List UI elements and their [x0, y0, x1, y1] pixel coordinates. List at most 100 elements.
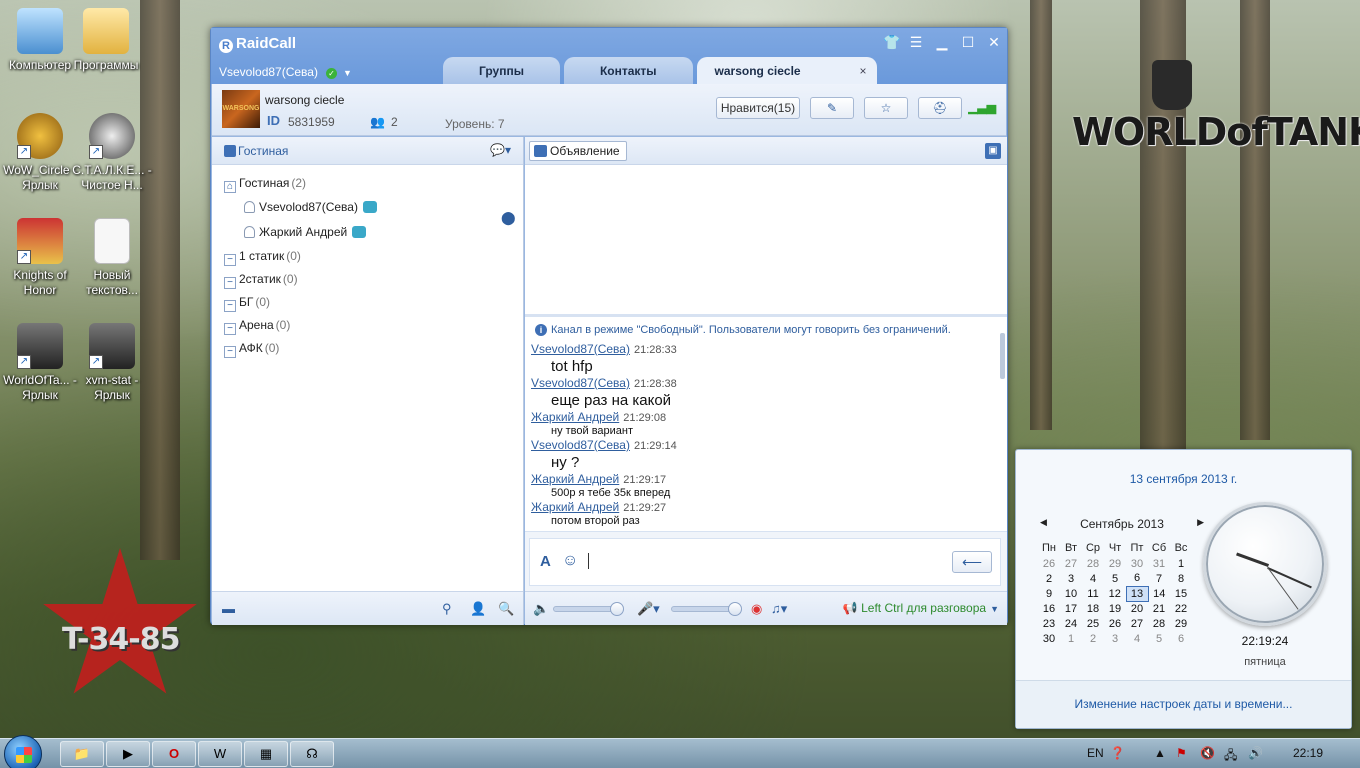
- calendar-day[interactable]: 26: [1104, 616, 1126, 631]
- calendar-day[interactable]: 25: [1082, 616, 1104, 631]
- calendar-day[interactable]: 29: [1104, 556, 1126, 571]
- message-user-link[interactable]: Vsevolod87(Сева): [531, 376, 630, 390]
- calendar-day[interactable]: 10: [1060, 586, 1082, 601]
- collapse-icon[interactable]: −: [224, 346, 236, 358]
- speaker-icon[interactable]: 🔈: [533, 601, 549, 617]
- calendar-day[interactable]: 22: [1170, 601, 1192, 616]
- network-icon[interactable]: 🖧: [1224, 746, 1237, 767]
- language-indicator[interactable]: EN: [1087, 746, 1104, 760]
- channel-static-2[interactable]: −2статик (0): [224, 270, 298, 289]
- calendar-day[interactable]: 26: [1038, 556, 1060, 571]
- font-format-icon[interactable]: A: [540, 553, 551, 570]
- calendar-day[interactable]: 4: [1126, 631, 1148, 646]
- calendar-month[interactable]: Сентябрь 2013: [1038, 517, 1206, 531]
- favorite-button[interactable]: ☆: [864, 97, 908, 119]
- profile-edit-button[interactable]: ✎: [810, 97, 854, 119]
- taskbar-calculator[interactable]: ▦: [244, 741, 288, 767]
- tab-warsong[interactable]: warsong ciecle ×: [696, 57, 877, 86]
- microphone-icon[interactable]: 🎤▾: [637, 601, 660, 617]
- skin-shirt-icon[interactable]: 👕: [883, 34, 900, 51]
- taskbar-media-player[interactable]: ▶: [106, 741, 150, 767]
- taskbar-clock[interactable]: 22:19: [1293, 746, 1323, 760]
- calendar-day-today[interactable]: 13: [1125, 585, 1149, 602]
- calendar-day[interactable]: 27: [1126, 616, 1148, 631]
- chevron-right-icon[interactable]: ▶: [1197, 517, 1204, 528]
- help-icon[interactable]: ❓: [1110, 746, 1125, 760]
- calendar-day[interactable]: 11: [1082, 586, 1104, 601]
- calendar-day[interactable]: 27: [1060, 556, 1082, 571]
- collapse-icon[interactable]: −: [224, 300, 236, 312]
- calendar-day[interactable]: 14: [1148, 586, 1170, 601]
- role-button[interactable]: ⛑: [918, 97, 962, 119]
- calendar-day[interactable]: 17: [1060, 601, 1082, 616]
- channel-lobby[interactable]: ⌂ Гостиная (2): [224, 174, 306, 193]
- calendar-day[interactable]: 21: [1148, 601, 1170, 616]
- calendar-day[interactable]: 15: [1170, 586, 1192, 601]
- close-tab-icon[interactable]: ×: [860, 57, 867, 86]
- title-bar[interactable]: R RaidCall Vsevolod87(Сева) ✓ ▼ 👕 ☰ ▁ ☐ ✕ Г…: [211, 28, 1007, 84]
- calendar-day[interactable]: 3: [1060, 571, 1082, 586]
- message-user-link[interactable]: Жаркий Андрей: [531, 500, 619, 514]
- user-icon[interactable]: 👤: [470, 601, 486, 617]
- location-pin-icon[interactable]: ⚲: [442, 601, 452, 617]
- taskbar-raidcall[interactable]: ☊: [290, 741, 334, 767]
- calendar-day[interactable]: 28: [1148, 616, 1170, 631]
- collapse-icon[interactable]: −: [224, 323, 236, 335]
- gift-box-icon[interactable]: ▣: [985, 143, 1001, 159]
- push-to-talk-mode[interactable]: 📢 Left Ctrl для разговора ▼: [843, 601, 999, 615]
- mic-volume-slider[interactable]: [671, 602, 742, 616]
- maximize-button[interactable]: ☐: [961, 34, 975, 51]
- calendar-day[interactable]: 18: [1082, 601, 1104, 616]
- calendar-day[interactable]: 20: [1126, 601, 1148, 616]
- calendar-day[interactable]: 7: [1148, 571, 1170, 586]
- calendar-day[interactable]: 5: [1104, 571, 1126, 586]
- calendar-day[interactable]: 8: [1170, 571, 1192, 586]
- chat-log[interactable]: i Канал в режиме "Свободный". Пользовател…: [525, 320, 1007, 526]
- raidcall-window[interactable]: R RaidCall Vsevolod87(Сева) ✓ ▼ 👕 ☰ ▁ ☐ ✕ Г…: [210, 27, 1008, 625]
- calendar-day[interactable]: 2: [1082, 631, 1104, 646]
- location-pin-icon[interactable]: ⬤: [501, 210, 516, 226]
- tab-contacts[interactable]: Контакты: [563, 57, 693, 84]
- collapse-icon[interactable]: −: [224, 277, 236, 289]
- chat-scrollbar[interactable]: [1000, 333, 1005, 379]
- volume-icon[interactable]: 🔊: [1248, 746, 1263, 760]
- calendar-day[interactable]: 4: [1082, 571, 1104, 586]
- calendar-day[interactable]: 16: [1038, 601, 1060, 616]
- close-button[interactable]: ✕: [987, 34, 1001, 51]
- taskbar-wow[interactable]: W: [198, 741, 242, 767]
- desktop-icon-programs[interactable]: Программы: [66, 8, 146, 73]
- calendar-day[interactable]: 3: [1104, 631, 1126, 646]
- channel-static-1[interactable]: −1 статик (0): [224, 247, 301, 266]
- desktop-icon-new-text[interactable]: Новый текстов...: [72, 218, 152, 298]
- current-channel[interactable]: Гостиная: [224, 144, 288, 158]
- channel-afk[interactable]: − АФК (0): [224, 339, 279, 358]
- speaker-volume-slider[interactable]: [553, 602, 624, 616]
- user-status-menu[interactable]: Vsevolod87(Сева) ✓ ▼: [219, 65, 352, 79]
- calendar-day[interactable]: 2: [1038, 571, 1060, 586]
- calendar-day[interactable]: 24: [1060, 616, 1082, 631]
- calendar-day[interactable]: 23: [1038, 616, 1060, 631]
- search-icon[interactable]: 🔍: [498, 601, 514, 617]
- collapse-icon[interactable]: −: [224, 254, 236, 266]
- tab-groups[interactable]: Группы: [443, 57, 560, 84]
- collapse-all-icon[interactable]: ▬: [222, 601, 235, 616]
- like-button[interactable]: Нравится(15): [716, 97, 800, 119]
- calendar-day[interactable]: 28: [1082, 556, 1104, 571]
- settings-menu-icon[interactable]: ☰: [909, 34, 923, 51]
- show-hidden-icons[interactable]: ▲: [1154, 746, 1166, 760]
- announcement-button[interactable]: Объявление: [529, 141, 627, 161]
- record-icon[interactable]: ◉: [751, 601, 762, 617]
- desktop-icon-worldoftanks[interactable]: ↗ WorldOfTa... - Ярлык: [0, 323, 80, 403]
- calendar-day[interactable]: 19: [1104, 601, 1126, 616]
- desktop-icon-stalker[interactable]: ↗ С.Т.А.Л.К.Е... - Чистое Н...: [72, 113, 152, 193]
- calendar-day[interactable]: 29: [1170, 616, 1192, 631]
- calendar-full-date[interactable]: 13 сентября 2013 г.: [1016, 472, 1351, 486]
- slider-knob[interactable]: [610, 602, 624, 616]
- calendar-day[interactable]: 1: [1170, 556, 1192, 571]
- date-time-settings-link[interactable]: Изменение настроек даты и времени...: [1016, 697, 1351, 711]
- desktop-icon-wow-circle[interactable]: ↗ WoW_Circle - Ярлык: [0, 113, 80, 193]
- taskbar-opera[interactable]: O: [152, 741, 196, 767]
- send-button[interactable]: ⟵: [952, 551, 992, 573]
- minimize-button[interactable]: ▁: [935, 34, 949, 51]
- calendar-day[interactable]: 31: [1148, 556, 1170, 571]
